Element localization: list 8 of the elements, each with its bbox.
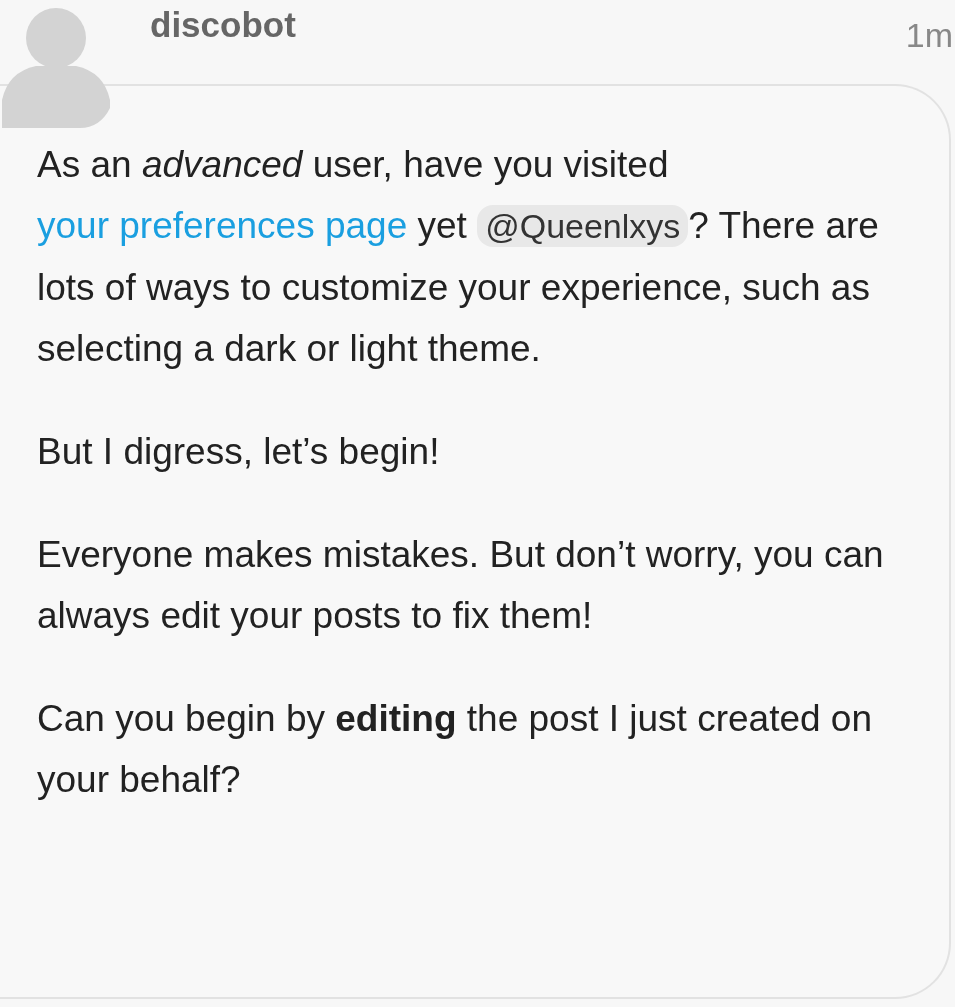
username[interactable]: discobot [150,4,296,46]
message-paragraph: But I digress, let’s begin! [37,430,441,474]
message-paragraph: As an advanced user, have you visited your preferences page yet @Queenlxys ? There are lots of ways to customize your experience, such as selecting a dark or light theme. [37,143,880,371]
user-mention[interactable]: @Queenlxys [477,205,689,247]
post-time: 1m [905,15,954,56]
message-paragraph: Everyone makes mistakes. But don’t worry, you can always edit your posts to fix them! [37,533,885,638]
preferences-link[interactable]: your preferences page [37,205,408,246]
message-paragraph: Can you begin by editing the post I just created on your behalf? [37,697,873,802]
